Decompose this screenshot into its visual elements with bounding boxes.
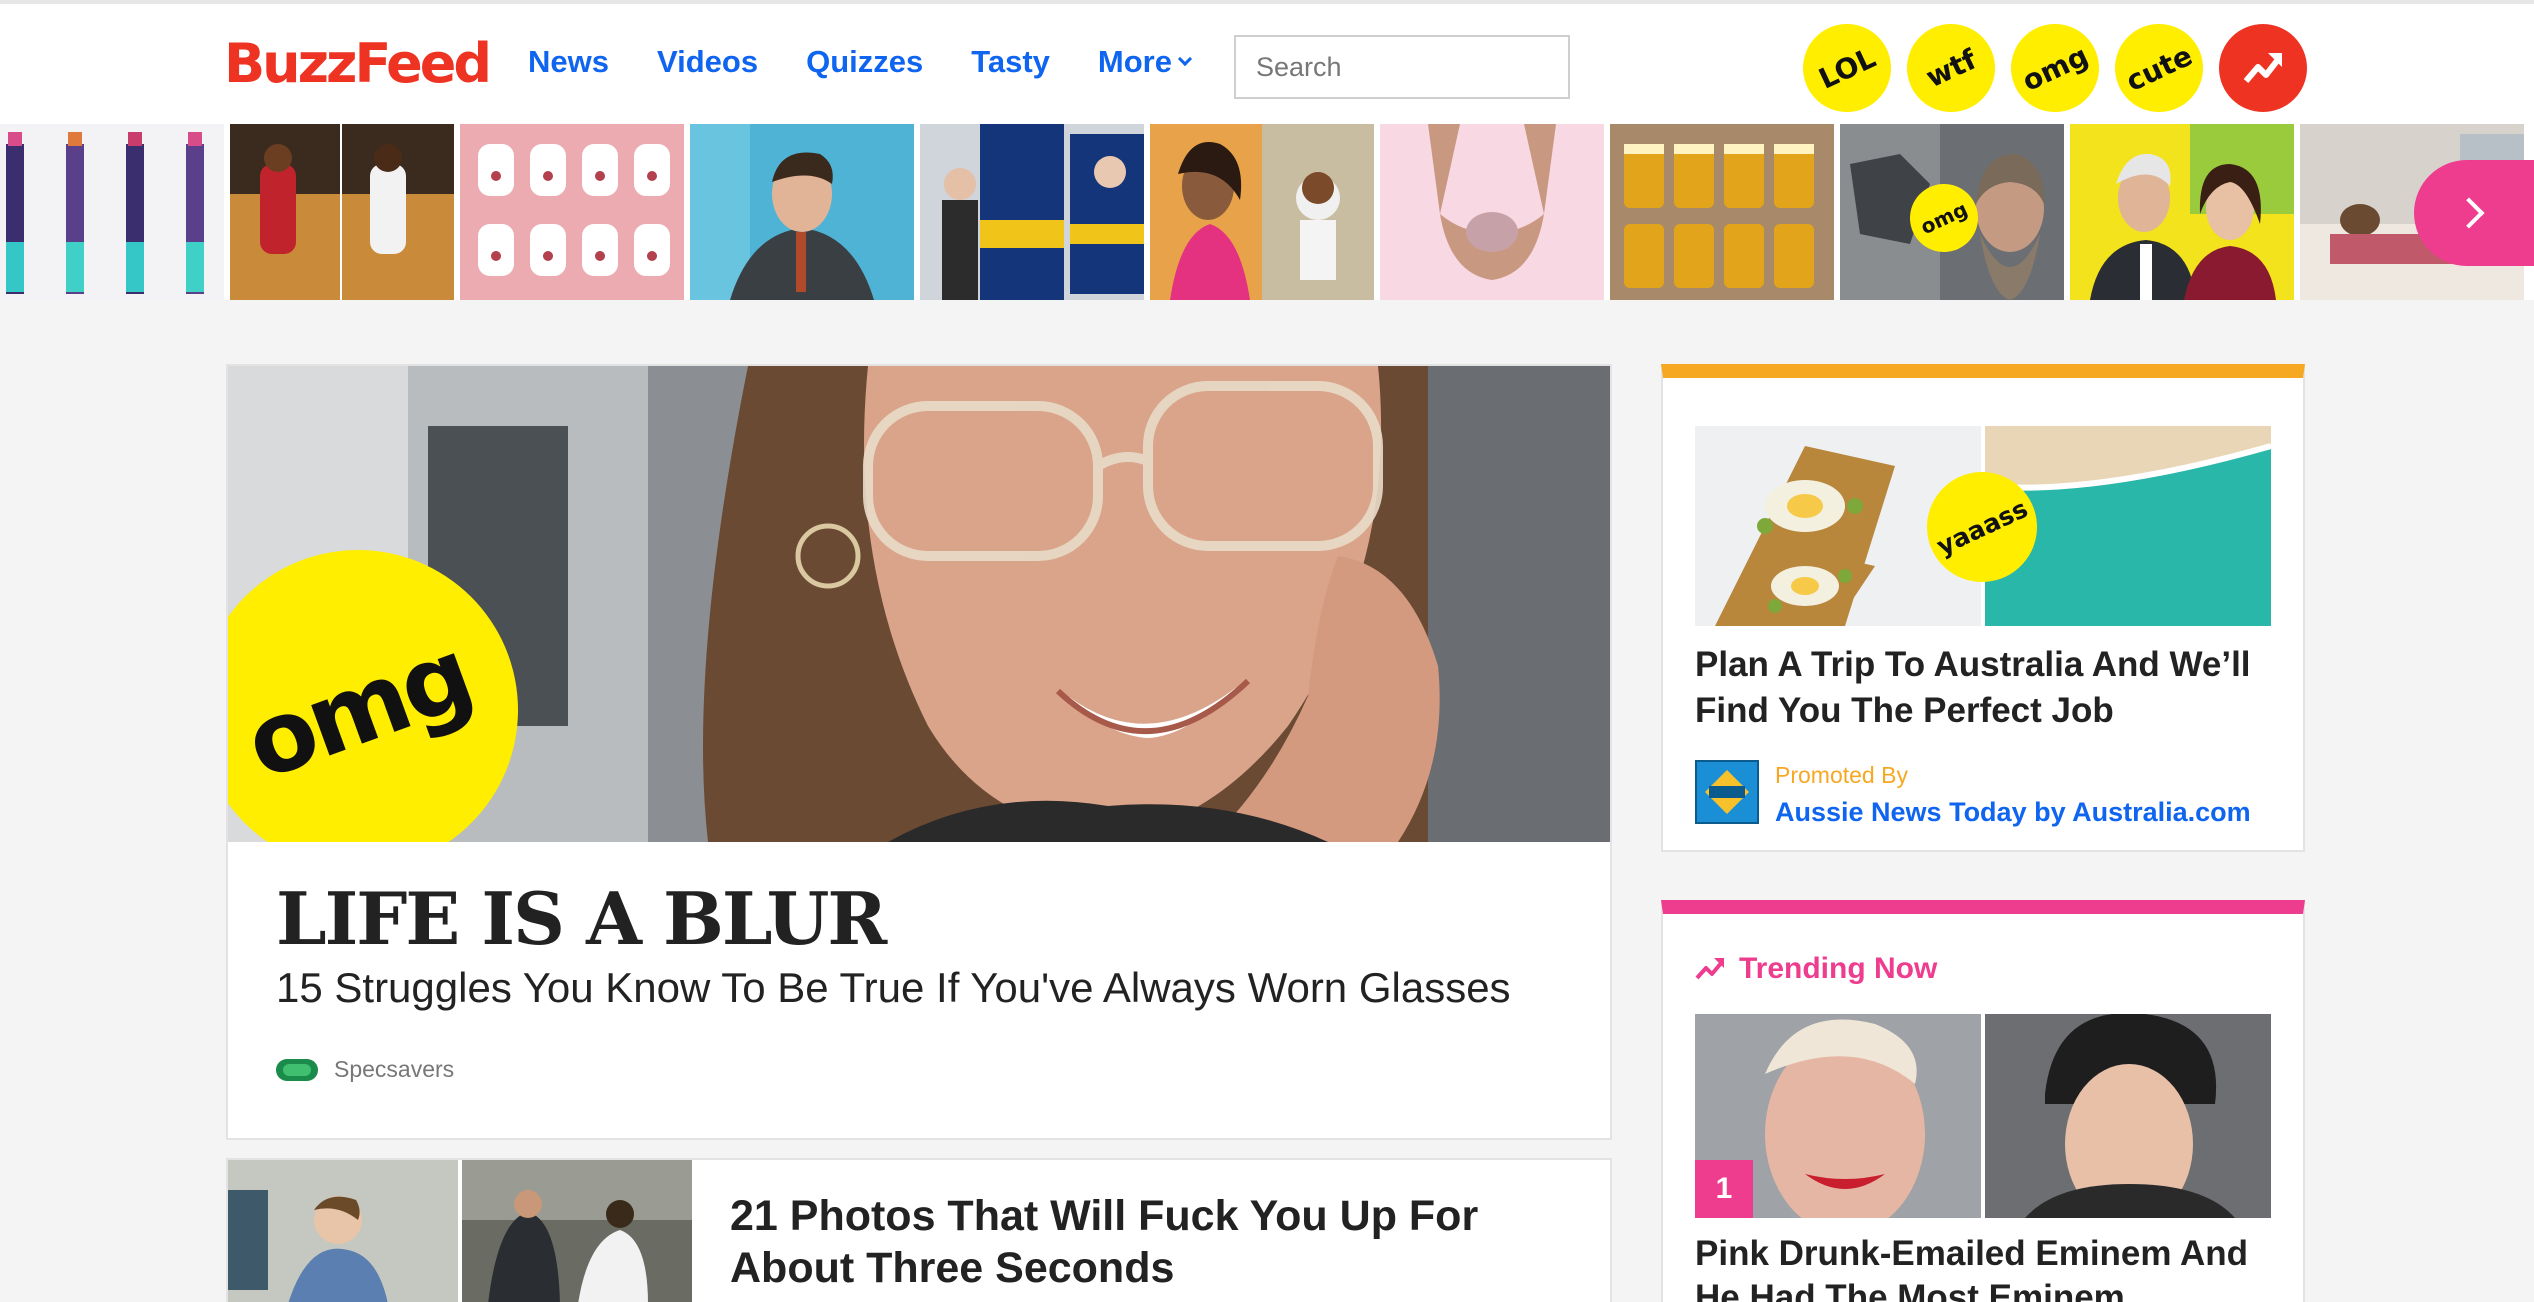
promoted-post-image[interactable]: yaaass xyxy=(1695,426,2271,626)
nav-more[interactable]: More xyxy=(1097,44,1193,80)
trending-arrow-icon xyxy=(1695,958,1724,980)
badge-omg[interactable]: omg xyxy=(1996,9,2114,127)
nav-quizzes[interactable]: Quizzes xyxy=(806,44,923,80)
post-thumbnail xyxy=(228,1160,692,1302)
search-input[interactable] xyxy=(1234,35,1570,99)
featured-post-image: omg xyxy=(228,366,1610,842)
nav-tasty[interactable]: Tasty xyxy=(971,44,1050,80)
advertiser-link[interactable]: Aussie News Today by Australia.com xyxy=(1775,797,2251,828)
aussie-news-logo[interactable] xyxy=(1695,760,1759,824)
chevron-right-icon xyxy=(2453,197,2485,229)
nav-more-label: More xyxy=(1097,44,1172,79)
thumbnail-starwars[interactable]: omg xyxy=(1840,124,2064,300)
nav-news[interactable]: News xyxy=(528,44,609,80)
chevron-down-icon xyxy=(1177,51,1193,67)
featured-post-title: LIFE IS A BLUR xyxy=(276,876,887,961)
trending-post-title[interactable]: Pink Drunk-Emailed Eminem And He Had The… xyxy=(1695,1232,2275,1302)
thumbnail-man-suit[interactable] xyxy=(690,124,914,300)
reaction-badges: LOL wtf omg cute xyxy=(1788,9,2307,127)
nav-videos[interactable]: Videos xyxy=(657,44,758,80)
trending-heading: Trending Now xyxy=(1739,952,1938,985)
thumbnail-basketball[interactable] xyxy=(230,124,454,300)
site-header: BuzzFeed News Videos Quizzes Tasty More … xyxy=(0,0,2534,127)
main-nav: News Videos Quizzes Tasty More xyxy=(528,44,1193,80)
trending-rank-badge: 1 xyxy=(1695,1160,1753,1218)
promoted-by-block: Promoted By Aussie News Today by Austral… xyxy=(1695,760,2251,828)
trending-button[interactable] xyxy=(2219,24,2307,112)
post-thumbnail-strip: omg xyxy=(0,124,2534,300)
strip-next-button[interactable] xyxy=(2414,160,2534,266)
badge-wtf[interactable]: wtf xyxy=(1892,9,2010,127)
thumbnail-lipsticks[interactable] xyxy=(0,124,224,300)
thumbnail-faces[interactable] xyxy=(460,124,684,300)
thumbnail-hands-crystal[interactable] xyxy=(1380,124,1604,300)
thumbnail-election-signs[interactable] xyxy=(920,124,1144,300)
specsavers-logo-icon xyxy=(276,1058,318,1081)
trending-post-image[interactable] xyxy=(1695,1014,2271,1218)
featured-post-subtitle: 15 Struggles You Know To Be True If You'… xyxy=(276,964,1511,1011)
thumbnail-couple[interactable] xyxy=(2070,124,2294,300)
promoted-post-card: yaaass Plan A Trip To Australia And We’l… xyxy=(1661,364,2305,852)
promoted-by-label: Promoted By xyxy=(1775,762,1908,788)
source-name: Specsavers xyxy=(334,1056,455,1082)
trending-arrow-icon xyxy=(2243,53,2283,83)
trending-now-module: Trending Now 1 Pink Drunk-Emailed Eminem… xyxy=(1661,900,2305,1302)
trending-header: Trending Now xyxy=(1695,952,1937,986)
post-title: 21 Photos That Will Fuck You Up For Abou… xyxy=(730,1192,1479,1292)
post-card[interactable]: 21 Photos That Will Fuck You Up For Abou… xyxy=(226,1158,1612,1302)
promoted-post-title[interactable]: Plan A Trip To Australia And We’ll Find … xyxy=(1695,642,2275,734)
badge-cute[interactable]: cute xyxy=(2100,9,2218,127)
featured-post-source[interactable]: Specsavers xyxy=(276,1056,454,1083)
buzzfeed-logo[interactable]: BuzzFeed xyxy=(224,32,492,95)
thumbnail-cans[interactable] xyxy=(1610,124,1834,300)
badge-lol[interactable]: LOL xyxy=(1788,9,1906,127)
featured-post-card[interactable]: omg LIFE IS A BLUR 15 Struggles You Know… xyxy=(226,364,1612,1140)
thumbnail-woman-cartoon[interactable] xyxy=(1150,124,1374,300)
